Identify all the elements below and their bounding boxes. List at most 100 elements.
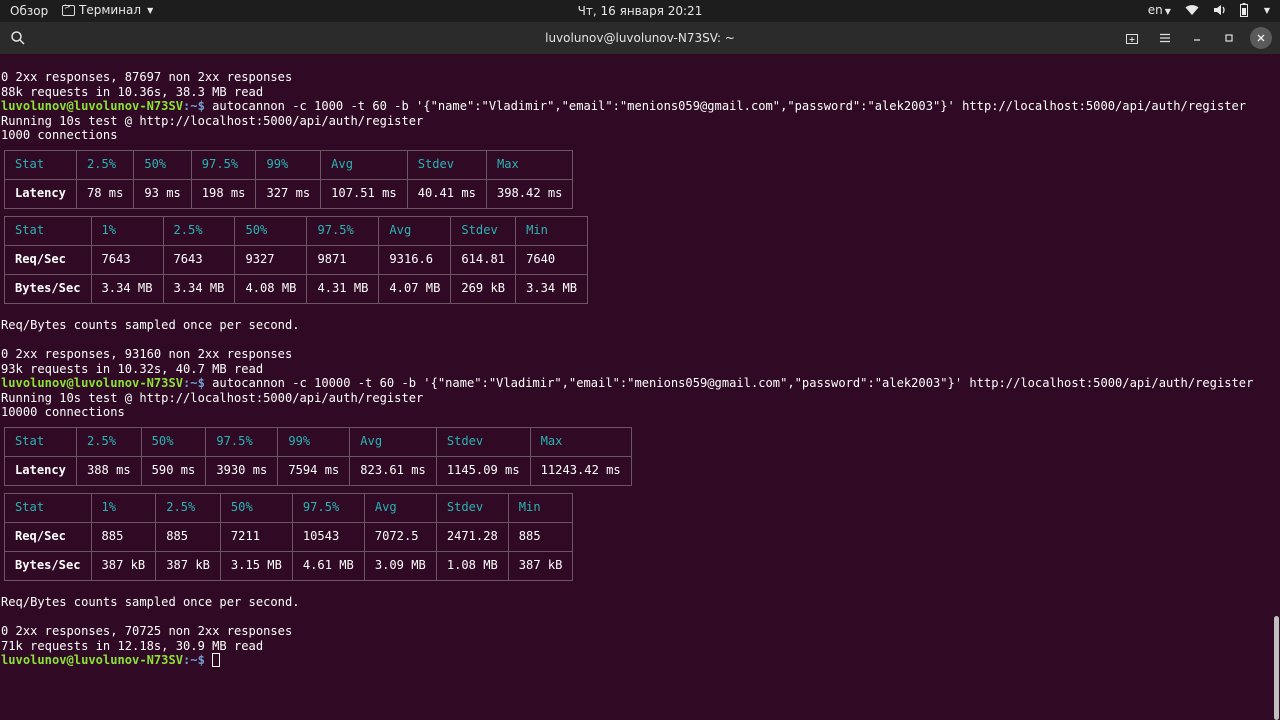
output-line: 88k requests in 10.36s, 38.3 MB read <box>1 84 264 99</box>
output-line: Req/Bytes counts sampled once per second… <box>1 318 300 332</box>
language-indicator[interactable]: en ▼ <box>1148 3 1171 17</box>
clock[interactable]: Чт, 16 января 20:21 <box>0 4 1280 18</box>
command-text: autocannon -c 10000 -t 60 -b '{"name":"V… <box>204 376 1254 390</box>
table-header-cell: Avg <box>349 426 437 457</box>
table-row: Req/Sec 7643 7643 9327 9871 9316.6 614.81 7640 <box>4 244 589 275</box>
command-text: autocannon -c 1000 -t 60 -b '{"name":"Vl… <box>204 99 1247 113</box>
table-header-cell: Stdev <box>406 149 487 180</box>
output-line: Running 10s test @ http://localhost:5000… <box>1 390 424 405</box>
table-cell: 4.61 MB <box>291 550 365 581</box>
top-bar: Обзор Терминал ▼ Чт, 16 января 20:21 en▼… <box>0 0 1280 22</box>
table-cell: 387 kB <box>155 550 221 581</box>
minimize-button[interactable] <box>1186 27 1208 49</box>
table-cell: 40.41 ms <box>406 178 487 209</box>
scrollbar-thumb[interactable] <box>1274 616 1279 720</box>
table-cell: 885 <box>90 521 157 552</box>
table-cell: 7643 <box>162 244 236 275</box>
table-header-cell: 2.5% <box>162 215 236 246</box>
window-titlebar: luvolunov@luvolunov-N73SV: ~ <box>0 22 1280 54</box>
menu-button[interactable] <box>1154 27 1176 49</box>
new-tab-button[interactable] <box>1122 27 1144 49</box>
table-row-label: Req/Sec <box>4 521 92 552</box>
table-cell: 4.07 MB <box>378 273 452 304</box>
prompt-user: luvolunov@luvolunov-N73SV <box>1 99 184 113</box>
app-name: Терминал <box>79 3 142 17</box>
table-header-cell: 97.5% <box>190 149 257 180</box>
table-header-cell: 97.5% <box>291 492 365 523</box>
maximize-button[interactable] <box>1218 27 1240 49</box>
table-cell: 269 kB <box>450 273 517 304</box>
table-cell: 1.08 MB <box>435 550 509 581</box>
table-header-row: Stat 2.5% 50% 97.5% 99% Avg Stdev Max <box>4 149 574 180</box>
table-header-cell: Min <box>515 215 589 246</box>
chevron-down-icon: ▼ <box>147 5 154 15</box>
table-header-cell: 1% <box>90 492 157 523</box>
table-header-cell: Stdev <box>450 215 517 246</box>
table-row-label: Bytes/Sec <box>4 273 92 304</box>
command-line: luvolunov@luvolunov-N73SV:~$ autocannon … <box>0 376 1272 391</box>
output-line: 93k requests in 10.32s, 40.7 MB read <box>1 361 264 376</box>
table-cell: 7640 <box>515 244 589 275</box>
activities-button[interactable]: Обзор <box>10 4 48 18</box>
table-row: Latency 78 ms 93 ms 198 ms 327 ms 107.51 ms 40… <box>4 178 574 209</box>
prompt-path: :~$ <box>183 376 205 390</box>
table-header-cell: 2.5% <box>155 492 221 523</box>
close-icon <box>1257 34 1265 42</box>
output-line: 0 2xx responses, 87697 non 2xx responses <box>1 70 293 84</box>
table-header-cell: Stat <box>4 492 92 523</box>
volume-icon[interactable] <box>1213 4 1226 16</box>
table-cell: 7211 <box>219 521 293 552</box>
prompt-path: :~$ <box>183 99 205 113</box>
table-header-cell: 99% <box>277 426 351 457</box>
table-cell: 9316.6 <box>378 244 452 275</box>
table-row-label: Req/Sec <box>4 244 92 275</box>
table-cell: 3.34 MB <box>162 273 236 304</box>
minimize-icon <box>1194 39 1200 41</box>
table-cell: 1145.09 ms <box>435 455 531 486</box>
wifi-icon[interactable] <box>1185 4 1199 16</box>
table-cell: 11243.42 ms <box>529 455 632 486</box>
app-menu[interactable]: Терминал ▼ <box>62 2 154 17</box>
latency-table: Stat 2.5% 50% 97.5% 99% Avg Stdev Max Latency 78 … <box>4 149 574 209</box>
table-header-cell: 2.5% <box>75 149 135 180</box>
output-line: 71k requests in 12.18s, 30.9 MB read <box>1 638 264 653</box>
table-header-cell: Stat <box>4 426 77 457</box>
table-row: Bytes/Sec 3.34 MB 3.34 MB 4.08 MB 4.31 MB 4.0… <box>4 273 589 304</box>
table-header-cell: Max <box>529 426 632 457</box>
table-header-cell: 50% <box>219 492 293 523</box>
table-row: Latency 388 ms 590 ms 3930 ms 7594 ms 823.61 … <box>4 455 632 486</box>
table-header-row: Stat 1% 2.5% 50% 97.5% Avg Stdev Min <box>4 215 589 246</box>
table-header-cell: 97.5% <box>306 215 380 246</box>
table-cell: 93 ms <box>133 178 192 209</box>
table-cell: 10543 <box>291 521 365 552</box>
terminal-output[interactable]: 0 2xx responses, 87697 non 2xx responses… <box>0 54 1272 720</box>
table-cell: 3.15 MB <box>219 550 293 581</box>
scrollbar[interactable] <box>1272 54 1280 720</box>
table-row-label: Latency <box>4 455 77 486</box>
search-icon[interactable] <box>10 30 26 46</box>
table-header-cell: Avg <box>378 215 452 246</box>
battery-icon[interactable] <box>1239 3 1248 17</box>
throughput-table: Stat 1% 2.5% 50% 97.5% Avg Stdev Min Req/Sec 7643… <box>4 215 589 304</box>
close-button[interactable] <box>1250 27 1272 49</box>
table-header-cell: Min <box>507 492 574 523</box>
table-cell: 9327 <box>234 244 308 275</box>
table-cell: 9871 <box>306 244 380 275</box>
table-header-cell: Stat <box>4 149 77 180</box>
table-cell: 7594 ms <box>277 455 351 486</box>
terminal-icon <box>62 2 75 16</box>
new-tab-icon <box>1126 34 1138 44</box>
text-cursor <box>212 653 221 667</box>
command-line[interactable]: luvolunov@luvolunov-N73SV:~$ <box>0 653 1272 668</box>
table-cell: 4.31 MB <box>306 273 380 304</box>
table-cell: 7072.5 <box>363 521 437 552</box>
table-cell: 823.61 ms <box>349 455 437 486</box>
table-cell: 198 ms <box>190 178 257 209</box>
window-controls <box>1122 27 1272 49</box>
output-line: 0 2xx responses, 93160 non 2xx responses <box>1 347 293 361</box>
system-menu-chevron-icon[interactable]: ▼ <box>1264 6 1270 15</box>
table-header-cell: 50% <box>140 426 207 457</box>
table-cell: 398.42 ms <box>485 178 574 209</box>
table-cell: 614.81 <box>450 244 517 275</box>
table-cell: 387 kB <box>507 550 574 581</box>
